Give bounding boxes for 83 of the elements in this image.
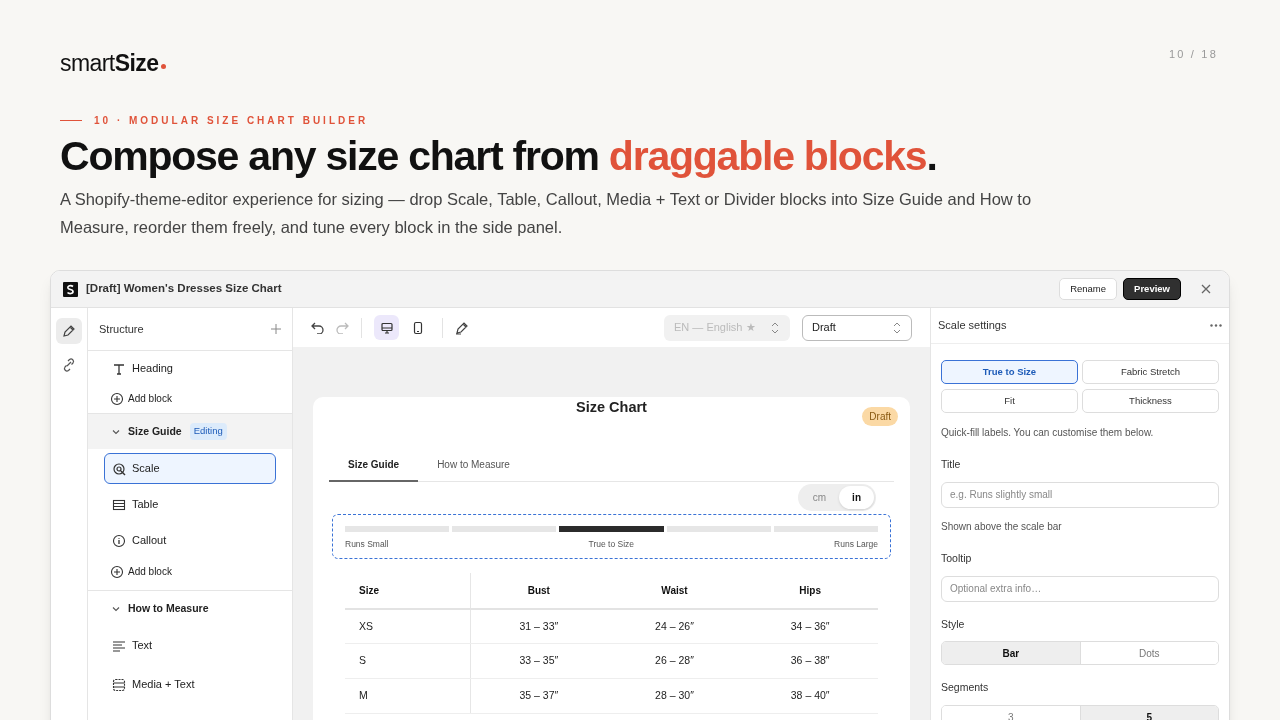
section-header[interactable]: Size Guide Editing [88, 414, 292, 449]
column-header: Size [345, 572, 471, 608]
field-label: Tooltip [941, 550, 973, 566]
add-circle-icon [110, 564, 124, 579]
page-counter: 10 / 18 [1168, 47, 1218, 62]
scale-label: Runs Large [834, 537, 878, 551]
status-badge: Draft [862, 407, 898, 426]
heading-icon [112, 361, 126, 376]
status-select[interactable]: Draft [802, 314, 912, 341]
preset-button[interactable]: True to Size [941, 360, 1078, 384]
gauge-icon [112, 461, 126, 476]
input-field[interactable]: e.g. Runs slightly small [941, 481, 1219, 508]
block-item[interactable]: Heading [104, 353, 276, 384]
editing-badge: Editing [189, 423, 227, 440]
input-field[interactable]: Optional extra info… [941, 575, 1219, 602]
link-icon [61, 357, 77, 373]
column-header: Hips [798, 583, 822, 598]
window-title: [Draft] Women's Dresses Size Chart [86, 281, 282, 297]
headline: Compose any size chart from draggable blocks. [60, 131, 938, 181]
updown-icon [892, 321, 902, 334]
text-lines-icon [112, 638, 126, 653]
intro-text: A Shopify-theme-editor experience for sizing — drop Scale, Table, Callout, Media + Text or Divider blocks into Size Guide and How to Measure, reorder them freely, and tune every block in the side panel. [60, 188, 1033, 238]
rail-tab[interactable] [56, 318, 82, 344]
table-cell-text: 34 – 36″ [789, 618, 831, 634]
help-text: Quick-fill labels. You can customise them below. [941, 426, 1155, 440]
field-label: Style [941, 616, 966, 632]
unit-option[interactable]: in [839, 485, 874, 509]
table-cell-text: 33 – 35″ [518, 653, 560, 669]
preset-button[interactable]: Fabric Stretch [1082, 360, 1219, 384]
add-circle-icon [110, 391, 124, 406]
device-toggle[interactable] [374, 315, 399, 340]
updown-icon [770, 321, 780, 334]
table-cell: M [345, 679, 471, 713]
chevron-down-icon [112, 604, 120, 613]
table-cell-text: 31 – 33″ [518, 618, 560, 634]
block-item[interactable]: Media + Text [104, 669, 276, 700]
scale-label: Runs Small [345, 537, 389, 551]
more-icon[interactable] [1210, 324, 1222, 327]
table-icon [112, 497, 126, 512]
preview-tab[interactable]: Size Guide [329, 456, 419, 482]
table-cell-text: 35 – 37″ [518, 688, 560, 703]
preset-button[interactable]: Fit [941, 389, 1078, 413]
section-header[interactable]: How to Measure [88, 591, 292, 626]
app-logo-icon [63, 281, 78, 297]
rename-button[interactable]: Rename [1059, 278, 1118, 300]
paint-icon[interactable] [455, 320, 469, 335]
table-cell-text: 38 – 40″ [789, 688, 831, 703]
scale-label: True to Size [588, 537, 634, 551]
field-label: Segments [941, 680, 990, 696]
block-item[interactable]: Scale [104, 453, 276, 484]
help-text: Shown above the scale bar [941, 519, 1063, 534]
panel-title: Scale settings [938, 318, 1007, 334]
column-header: Bust [526, 583, 551, 598]
table-cell-text: 36 – 38″ [789, 653, 831, 669]
table-cell: S [345, 644, 471, 678]
chart-title: Size Chart [576, 398, 647, 417]
monitor-icon [379, 320, 394, 335]
close-icon[interactable] [1201, 284, 1211, 294]
media-text-icon [112, 677, 126, 692]
panel-title: Structure [99, 321, 144, 337]
preview-button[interactable]: Preview [1123, 278, 1181, 300]
pencil-icon [61, 323, 77, 339]
table-cell-text: 26 – 28″ [654, 653, 695, 669]
info-icon [112, 533, 126, 548]
preset-button[interactable]: Thickness [1082, 389, 1219, 413]
block-item[interactable]: Table [104, 489, 276, 520]
toggle-option[interactable]: 5 [1079, 706, 1218, 720]
block-item[interactable]: Text [104, 630, 276, 661]
block-item[interactable]: Callout [104, 525, 276, 556]
toggle-option[interactable]: Bar [942, 642, 1080, 665]
preview-tab[interactable]: How to Measure [418, 456, 529, 482]
undo-icon[interactable] [311, 321, 324, 334]
table-cell-text: 24 – 26″ [654, 618, 695, 634]
column-header: Waist [660, 583, 689, 598]
table-cell-text: 28 – 30″ [654, 688, 695, 703]
table-cell: XS [345, 609, 471, 644]
field-label: Title [941, 457, 962, 472]
chevron-down-icon [112, 427, 120, 436]
add-block-button[interactable]: Add block [88, 384, 292, 413]
toggle-option[interactable]: Dots [1079, 642, 1218, 665]
logo: smartSize [60, 49, 159, 78]
eyebrow-text: 10 · MODULAR SIZE CHART BUILDER [94, 113, 369, 128]
add-block-button[interactable]: Add block [88, 557, 292, 586]
